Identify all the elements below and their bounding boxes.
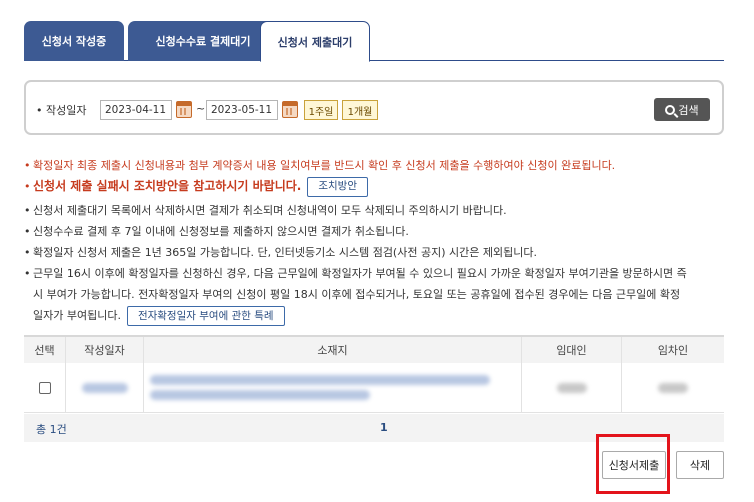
search-icon bbox=[665, 104, 676, 115]
search-panel: • 작성일자 ~ 1주일 1개월 검색 bbox=[24, 80, 724, 135]
tab-payment-pending[interactable]: 신청수수료 결제대기 bbox=[128, 21, 278, 61]
table-header: 선택 작성일자 소재지 임대인 임차인 bbox=[24, 337, 724, 363]
header-address: 소재지 bbox=[144, 337, 522, 363]
one-month-button[interactable]: 1개월 bbox=[342, 100, 378, 120]
tab-bar: 신청서 작성중 신청수수료 결제대기 신청서 제출대기 bbox=[24, 21, 724, 62]
tab-submission-pending[interactable]: 신청서 제출대기 bbox=[260, 21, 370, 62]
date-label: • 작성일자 bbox=[36, 104, 87, 117]
redacted-lessee bbox=[658, 382, 688, 393]
header-lessor: 임대인 bbox=[522, 337, 622, 363]
total-count: 총 1건 bbox=[36, 423, 67, 436]
calendar-icon[interactable] bbox=[176, 101, 192, 118]
redacted-date bbox=[81, 382, 128, 393]
special-provision-button[interactable]: 전자확정일자 부여에 관한 특례 bbox=[126, 306, 285, 326]
search-button[interactable]: 검색 bbox=[654, 98, 710, 121]
calendar-icon[interactable] bbox=[282, 101, 298, 118]
header-date: 작성일자 bbox=[66, 337, 144, 363]
start-date-input[interactable] bbox=[100, 100, 172, 120]
tab-drafting[interactable]: 신청서 작성중 bbox=[24, 21, 124, 61]
delete-button[interactable]: 삭제 bbox=[676, 451, 724, 479]
redacted-address bbox=[150, 390, 370, 400]
redacted-lessor bbox=[556, 382, 587, 393]
header-lessee: 임차인 bbox=[657, 344, 689, 357]
table-row[interactable] bbox=[24, 363, 724, 413]
highlight-box bbox=[596, 434, 670, 494]
end-date-input[interactable] bbox=[206, 100, 278, 120]
application-table: 선택 작성일자 소재지 임대인 임차인 bbox=[24, 335, 724, 413]
redacted-address bbox=[150, 375, 490, 385]
remedy-button[interactable]: 조치방안 bbox=[307, 176, 368, 197]
header-select: 선택 bbox=[24, 337, 66, 363]
row-checkbox[interactable] bbox=[38, 381, 51, 394]
date-range-separator: ~ bbox=[196, 102, 206, 115]
one-week-button[interactable]: 1주일 bbox=[304, 100, 338, 120]
page-number-1[interactable]: 1 bbox=[380, 421, 388, 434]
